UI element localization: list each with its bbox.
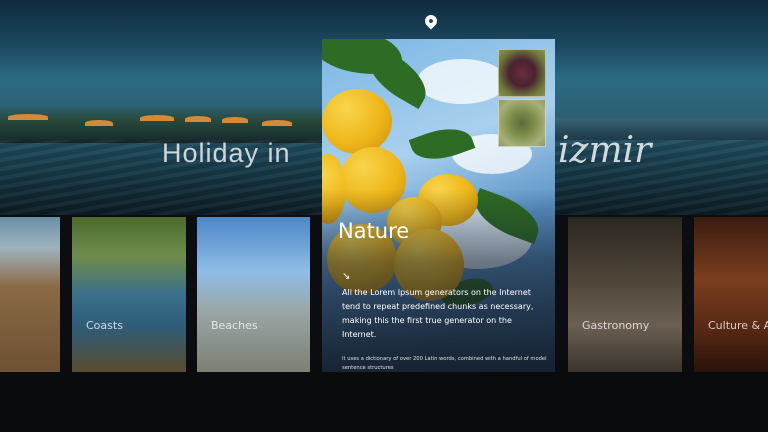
card-label-beaches: Beaches [211,319,258,332]
card-coasts[interactable]: Coasts [72,217,186,372]
card-label-gastronomy: Gastronomy [582,319,650,332]
card-beaches[interactable]: Beaches [197,217,310,372]
thumbnail-grapes[interactable] [498,49,546,97]
beach-umbrella [262,120,292,126]
card-culture[interactable]: Culture & A [694,217,768,372]
beach-umbrella [185,116,211,122]
featured-small-text: It uses a dictionary of over 200 Latin w… [342,356,547,371]
hero-title-right: izmir [558,130,652,171]
featured-card-nature[interactable]: Nature ↘ All the Lorem Ipsum generators … [322,39,555,372]
lemon [322,89,392,154]
hero-title-left: Holiday in [162,138,291,168]
beach-umbrella [85,120,113,126]
card-ancient-ruins[interactable] [0,217,60,372]
thumbnail-olives[interactable] [498,99,546,147]
card-gastronomy[interactable]: Gastronomy [568,217,682,372]
beach-umbrella [222,117,248,123]
featured-text-overlay [322,189,555,372]
featured-title: Nature [338,219,410,243]
beach-umbrella [140,115,174,121]
cloud [417,59,507,104]
arrow-down-right-icon[interactable]: ↘ [342,271,350,282]
card-label-culture: Culture & A [708,319,768,332]
featured-description: All the Lorem Ipsum generators on the In… [342,288,534,339]
card-label-coasts: Coasts [86,319,123,332]
beach-umbrella [8,114,48,120]
